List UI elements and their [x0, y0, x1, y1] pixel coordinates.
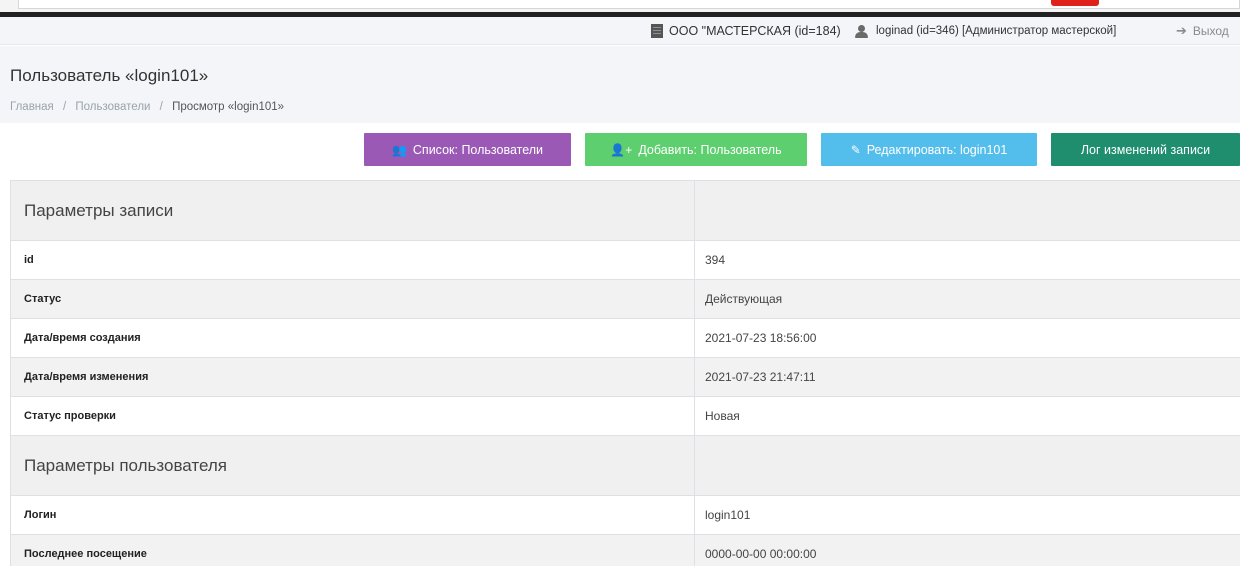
list-users-button[interactable]: 👥 Список: Пользователи [364, 133, 571, 166]
section-header: Параметры записи [11, 181, 1240, 241]
user-plus-icon: 👤+ [610, 142, 633, 157]
field-value: 2021-07-23 21:47:11 [705, 370, 816, 384]
top-bar: ООО "МАСТЕРСКАЯ (id=184) loginad (id=346… [0, 17, 1240, 45]
edit-user-button[interactable]: ✎ Редактировать: login101 [821, 133, 1037, 166]
table-row: Логин login101 [11, 496, 1240, 535]
field-label: Статус проверки [11, 397, 695, 435]
breadcrumb-separator: / [159, 101, 163, 113]
field-label: Дата/время изменения [11, 358, 695, 396]
current-user-link[interactable]: loginad (id=346) [Администратор мастерск… [855, 17, 1116, 45]
details-table: Параметры записи id 394 Статус Действующ… [10, 180, 1240, 566]
change-log-label: Лог изменений записи [1080, 142, 1211, 157]
table-row: Статус проверки Новая [11, 397, 1240, 436]
field-label: Логин [11, 496, 695, 534]
field-label: Последнее посещение [11, 535, 695, 566]
section-header: Параметры пользователя [11, 436, 1240, 496]
field-label: id [11, 241, 695, 279]
page-title: Пользователь «login101» [10, 66, 209, 85]
current-user-label: loginad (id=346) [Администратор мастерск… [876, 25, 1117, 37]
table-row: Статус Действующая [11, 280, 1240, 319]
breadcrumb-separator: / [62, 101, 67, 113]
browser-chrome-strip [0, 0, 1240, 12]
section-title: Параметры записи [11, 181, 695, 240]
field-label: Статус [11, 280, 695, 318]
field-value: 2021-07-23 18:56:00 [705, 331, 817, 345]
field-value: 0000-00-00 00:00:00 [705, 547, 817, 561]
add-user-button[interactable]: 👤+ Добавить: Пользователь [585, 133, 807, 166]
field-label: Дата/время создания [11, 319, 695, 357]
table-row: id 394 [11, 241, 1240, 280]
organization-label: ООО "МАСТЕРСКАЯ (id=184) [669, 24, 841, 38]
browser-red-indicator [1051, 0, 1099, 6]
add-user-label: Добавить: Пользователь [638, 142, 782, 157]
table-row: Дата/время изменения 2021-07-23 21:47:11 [11, 358, 1240, 397]
list-users-label: Список: Пользователи [412, 142, 544, 157]
user-icon [855, 24, 868, 38]
field-value: Действующая [705, 292, 783, 306]
breadcrumb-users[interactable]: Пользователи [75, 101, 150, 113]
sign-out-icon: ➔ [1176, 23, 1187, 38]
breadcrumb-current: Просмотр «login101» [172, 101, 285, 113]
organization-link[interactable]: ООО "МАСТЕРСКАЯ (id=184) [651, 17, 841, 45]
edit-user-label: Редактировать: login101 [866, 142, 1008, 157]
field-value: login101 [705, 508, 751, 522]
change-log-button[interactable]: Лог изменений записи [1051, 133, 1240, 166]
logout-link[interactable]: ➔ Выход [1176, 17, 1229, 45]
breadcrumb-home[interactable]: Главная [10, 101, 54, 113]
field-value: Новая [705, 409, 740, 423]
table-row: Дата/время создания 2021-07-23 18:56:00 [11, 319, 1240, 358]
users-icon: 👥 [391, 142, 407, 157]
logout-label: Выход [1192, 24, 1229, 38]
page-header: Пользователь «login101» Главная / Пользо… [0, 46, 1240, 123]
breadcrumb: Главная / Пользователи / Просмотр «login… [10, 101, 284, 113]
table-row: Последнее посещение 0000-00-00 00:00:00 [11, 535, 1240, 566]
building-icon [651, 24, 663, 38]
edit-icon: ✎ [850, 142, 861, 157]
section-title: Параметры пользователя [11, 436, 695, 495]
field-value: 394 [705, 253, 726, 267]
